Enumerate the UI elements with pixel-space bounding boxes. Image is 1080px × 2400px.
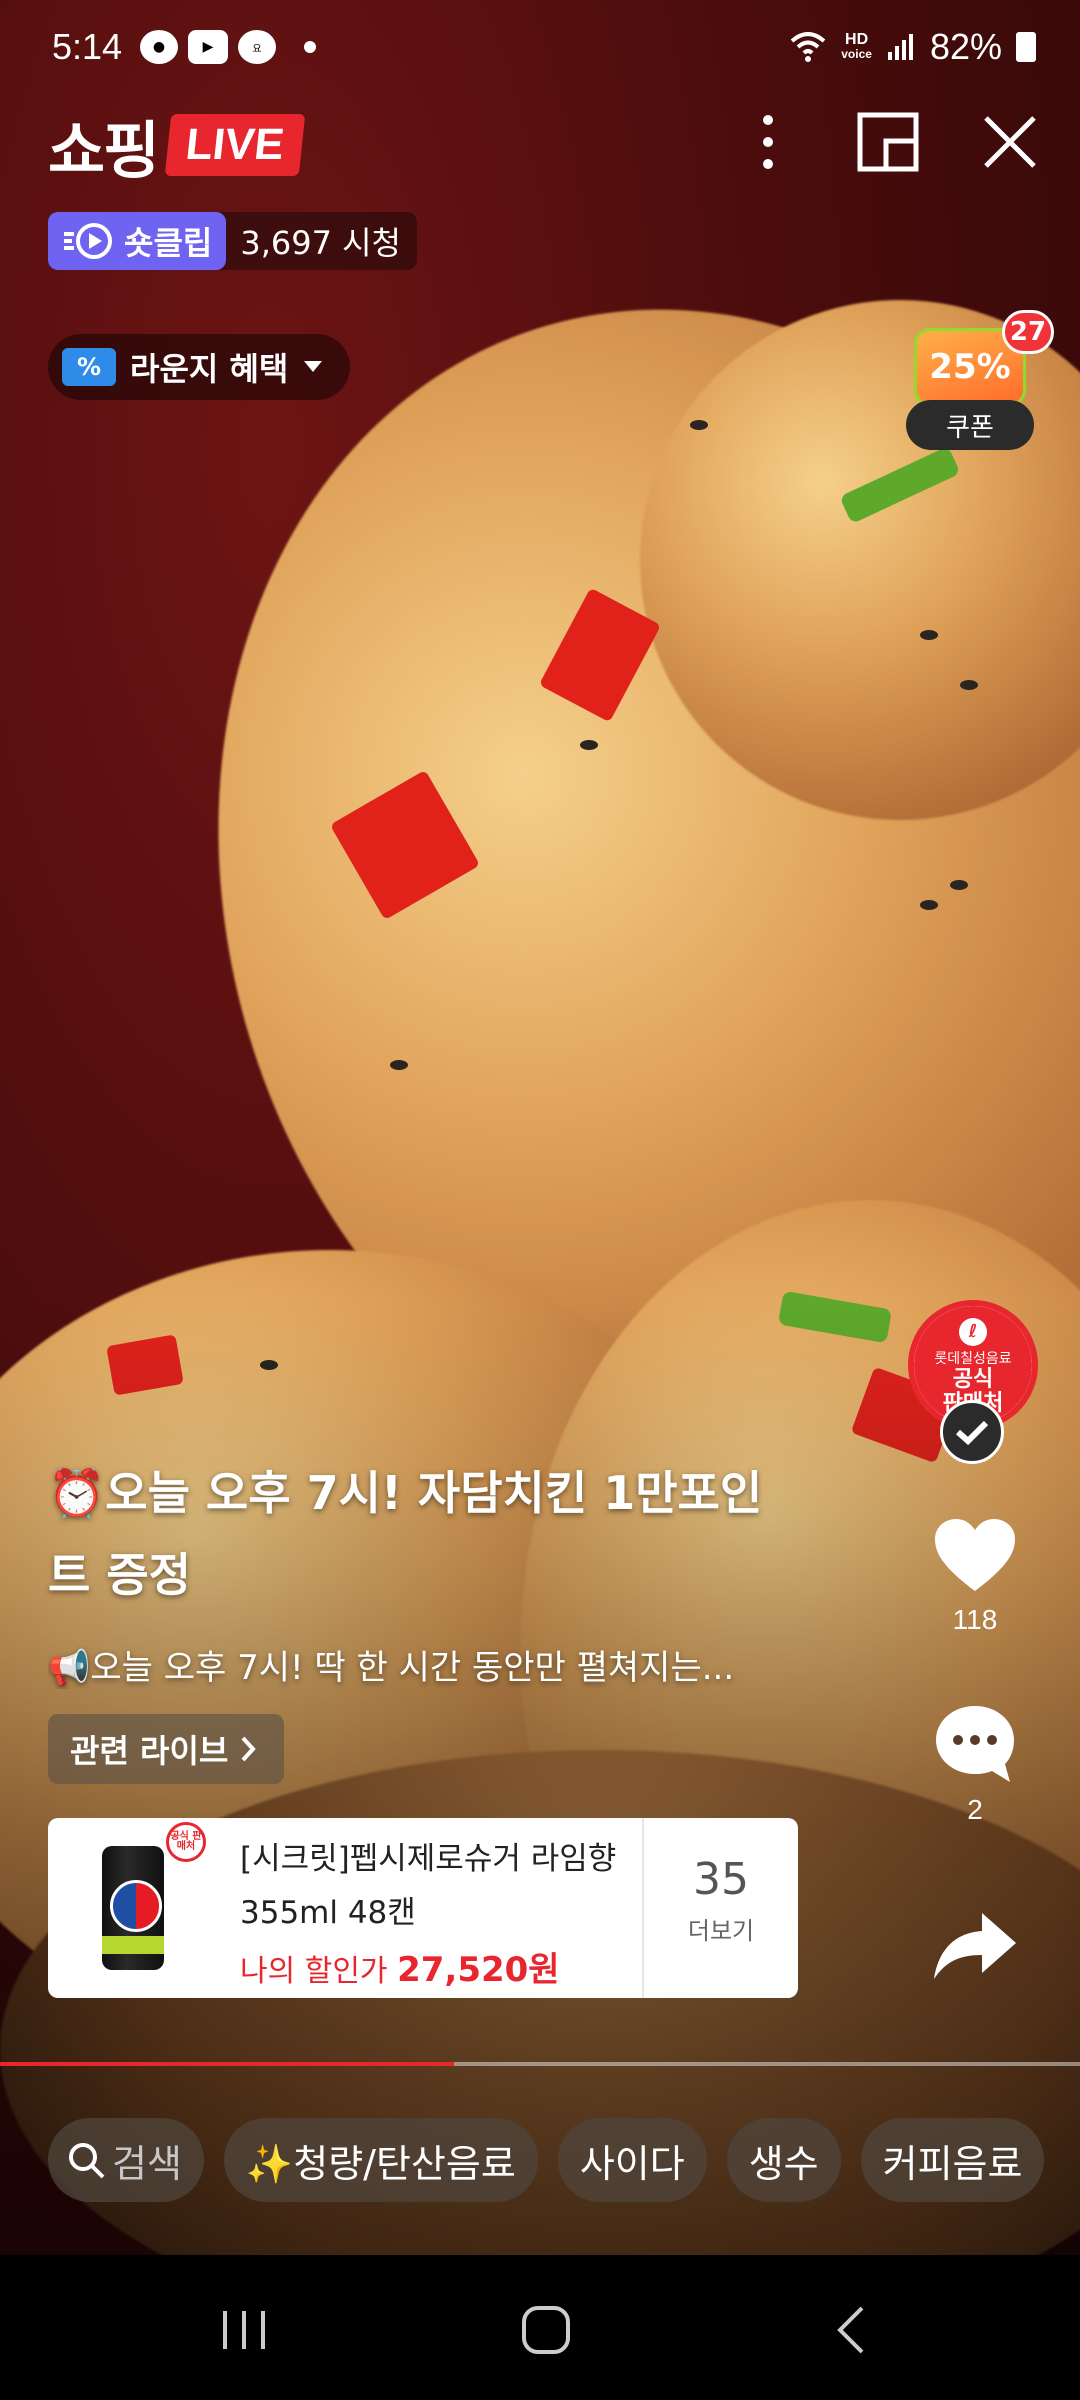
voice-label: voice <box>841 47 872 61</box>
product-official-badge: 공식 판매처 <box>166 1822 206 1862</box>
more-products-label: 더보기 <box>687 1917 755 1945</box>
share-icon <box>934 1913 1016 1979</box>
sesame-seed <box>950 880 968 890</box>
search-chip[interactable]: 검색 <box>48 2118 204 2202</box>
comment-button[interactable]: 2 <box>920 1700 1030 1826</box>
coupon-button[interactable]: 25% 27 쿠폰 <box>906 310 1054 450</box>
broadcast-description[interactable]: 📢오늘 오후 7시! 딱 한 시간 동안만 펼쳐지는... <box>48 1640 808 1689</box>
more-options-button[interactable] <box>726 100 810 184</box>
close-button[interactable] <box>968 100 1052 184</box>
related-live-label: 관련 라이브 <box>70 1732 229 1770</box>
sesame-seed <box>960 680 978 690</box>
playback-progress-bar[interactable] <box>0 2062 1080 2066</box>
messenger-icon: ● <box>140 30 178 64</box>
search-icon <box>69 2143 105 2179</box>
sesame-seed <box>920 900 938 910</box>
short-clip-label: 숏클립 <box>124 224 213 262</box>
chip-soft-drinks[interactable]: ✨청량/탄산음료 <box>223 2118 538 2202</box>
pip-icon <box>857 112 919 172</box>
system-nav-bar <box>0 2255 1080 2400</box>
shopping-live-logo[interactable]: 쇼핑 LIVE <box>48 100 306 190</box>
status-time: 5:14 <box>52 26 123 67</box>
short-clip-icon <box>64 223 112 259</box>
clip-info[interactable]: 숏클립 3,697 시청 <box>48 212 417 270</box>
search-chip-label: 검색 <box>112 2141 182 2186</box>
wifi-icon <box>790 32 826 62</box>
sesame-seed <box>920 630 938 640</box>
more-products-count: 35 <box>693 1854 749 1905</box>
price-label: 나의 할인가 <box>240 1954 388 1989</box>
yogiyo-icon: 요 <box>238 30 276 64</box>
progress-fill <box>0 2062 454 2066</box>
battery-icon <box>1016 32 1036 62</box>
close-icon <box>984 116 1036 168</box>
product-card[interactable]: 공식 판매처 [시크릿]펩시제로슈거 라임향 355ml 48캔 나의 할인가 … <box>48 1818 798 1998</box>
price-value: 27,520원 <box>397 1950 560 1990</box>
chevron-down-icon <box>304 361 323 372</box>
sesame-seed <box>690 420 708 430</box>
product-price: 나의 할인가 27,520원 <box>240 1942 632 1991</box>
chip-cider[interactable]: 사이다 <box>557 2118 707 2202</box>
recent-apps-icon <box>223 2311 265 2349</box>
status-right: HD voice 82% <box>789 26 1036 68</box>
lounge-benefit-label: 라운지 혜택 <box>130 350 289 388</box>
back-icon <box>837 2306 864 2354</box>
hd-voice-icon: HD voice <box>841 31 872 62</box>
comment-icon <box>936 1706 1014 1782</box>
home-button[interactable] <box>506 2295 586 2365</box>
comment-count: 2 <box>967 1794 983 1825</box>
seller-brand: 롯데칠성음료 <box>934 1351 1012 1367</box>
sesame-seed <box>580 740 598 750</box>
notification-icons: ● ▶ 요 <box>140 30 316 64</box>
dot-icon <box>304 41 316 53</box>
battery-percent: 82% <box>929 26 1002 67</box>
pepsi-can-image <box>102 1846 164 1970</box>
youtube-icon: ▶ <box>188 30 228 64</box>
more-vertical-icon <box>763 115 773 169</box>
category-chips: 검색 ✨청량/탄산음료 사이다 생수 커피음료 <box>48 2118 1045 2202</box>
chevron-right-icon <box>241 1736 257 1762</box>
view-count: 3,697 시청 <box>240 224 401 262</box>
follow-check-button[interactable] <box>940 1400 1004 1464</box>
recent-apps-button[interactable] <box>204 2295 284 2365</box>
product-image: 공식 판매처 <box>48 1818 218 1998</box>
coupon-ticket-icon: % <box>62 348 116 386</box>
more-products-button[interactable]: 35 더보기 <box>644 1818 798 1998</box>
chip-coffee-drinks[interactable]: 커피음료 <box>860 2118 1045 2202</box>
short-clip-badge: 숏클립 <box>48 212 227 270</box>
like-button[interactable]: 118 <box>920 1510 1030 1636</box>
chip-water[interactable]: 생수 <box>726 2118 841 2202</box>
logo-text: 쇼핑 <box>48 114 160 187</box>
product-name: [시크릿]펩시제로슈거 라임향 355ml 48캔 <box>240 1841 617 1931</box>
seller-title-line1: 공식 <box>952 1367 994 1392</box>
heart-icon <box>935 1519 1015 1591</box>
logo-live-badge: LIVE <box>164 114 306 176</box>
share-button[interactable] <box>920 1900 1030 1990</box>
broadcast-title[interactable]: ⏰오늘 오후 7시! 자담치킨 1만포인트 증정 <box>48 1452 768 1616</box>
coupon-count-badge: 27 <box>1002 310 1054 354</box>
sesame-seed <box>390 1060 408 1070</box>
status-bar: 5:14 ● ▶ 요 HD voice 82% <box>0 0 1080 96</box>
lounge-benefit-dropdown[interactable]: % 라운지 혜택 <box>48 334 351 400</box>
coupon-label: 쿠폰 <box>906 400 1034 450</box>
back-button[interactable] <box>810 2295 890 2365</box>
product-info: [시크릿]펩시제로슈거 라임향 355ml 48캔 나의 할인가 27,520원 <box>218 1818 644 1998</box>
pip-button[interactable] <box>846 100 930 184</box>
related-live-button[interactable]: 관련 라이브 <box>48 1714 285 1784</box>
check-icon <box>955 1420 989 1445</box>
hd-label: HD <box>845 31 869 48</box>
home-icon <box>522 2306 570 2354</box>
like-count: 118 <box>952 1604 998 1635</box>
seller-logo-icon: ℓ <box>959 1318 987 1346</box>
signal-icon <box>887 34 913 60</box>
